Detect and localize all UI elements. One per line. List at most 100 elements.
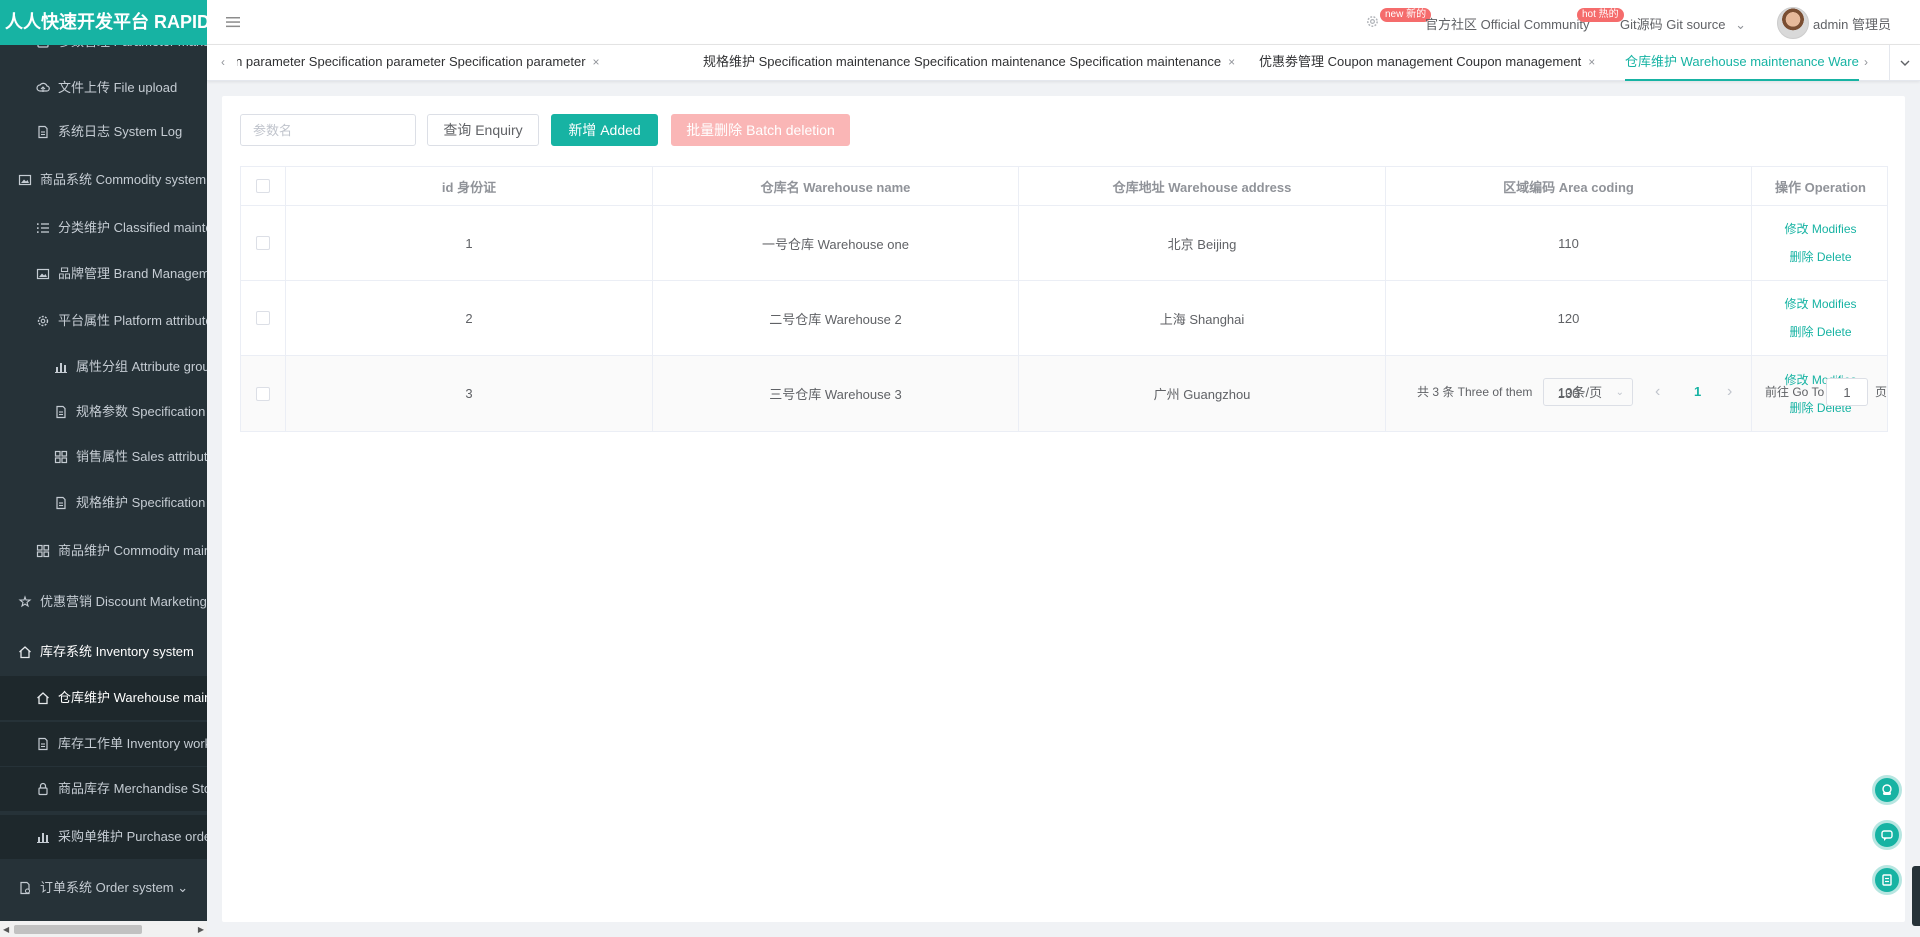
cell-area-coding: 120	[1386, 281, 1752, 355]
pagination-total: 共 3 条 Three of them	[1417, 385, 1533, 399]
document-button[interactable]	[1872, 865, 1902, 895]
enquiry-button[interactable]: 查询 Enquiry	[427, 114, 539, 146]
sidebar-item-merchandise-stock[interactable]: 商品库存 Merchandise Stock	[0, 767, 207, 811]
cell-warehouse-address: 北京 Beijing	[1019, 206, 1386, 280]
gear-icon[interactable]	[1365, 14, 1380, 29]
sidebar-item-discount-marketing[interactable]: 优惠营销 Discount Marketing	[0, 580, 207, 624]
row-checkbox[interactable]	[256, 311, 270, 325]
sidebar-item-inventory-system[interactable]: 库存系统 Inventory system	[0, 630, 207, 674]
sidebar-item-commodity-maintenance[interactable]: 商品维护 Commodity maintenance	[0, 529, 207, 573]
cell-operation: 修改 Modifies 删除 Delete	[1752, 206, 1889, 280]
sidebar-item-inventory-work-order[interactable]: 库存工作单 Inventory work order	[0, 722, 207, 766]
new-badge: new 新的	[1380, 8, 1432, 22]
sidebar: 参数管理 Parameter management文件上传 File uploa…	[0, 0, 207, 937]
select-all-checkbox[interactable]	[256, 179, 270, 193]
goto-label: 前往 Go To	[1765, 385, 1825, 399]
close-icon[interactable]: ×	[1588, 55, 1595, 69]
hamburger-menu-icon[interactable]	[225, 14, 241, 30]
select-all-cell	[241, 167, 286, 205]
list-icon	[36, 221, 50, 235]
sidebar-item-platform-attribute[interactable]: 平台属性 Platform attribute	[0, 299, 207, 343]
goto-page-input[interactable]	[1826, 378, 1868, 406]
sidebar-item-specification-parameter[interactable]: 规格参数 Specification parameter	[0, 390, 207, 434]
tab-coupon-management[interactable]: 优惠劵管理 Coupon management Coupon managemen…	[1259, 45, 1595, 81]
next-page-icon[interactable]: ›	[1727, 378, 1732, 406]
tabs-dropdown-icon[interactable]	[1889, 45, 1920, 81]
delete-link[interactable]: 删除 Delete	[1789, 318, 1851, 346]
side-drawer-handle[interactable]	[1912, 866, 1920, 926]
cell-warehouse-address: 上海 Shanghai	[1019, 281, 1386, 355]
picture-icon	[18, 173, 32, 187]
table-row: 2 二号仓库 Warehouse 2 上海 Shanghai 120 修改 Mo…	[241, 281, 1887, 356]
home-icon	[36, 691, 50, 705]
sidebar-item-commodity-system[interactable]: 商品系统 Commodity system	[0, 158, 207, 202]
scroll-right-arrow-icon[interactable]: ▶	[198, 925, 204, 934]
row-select-cell	[241, 281, 286, 355]
column-header-warehouse-name[interactable]: 仓库名 Warehouse name	[653, 167, 1019, 205]
batch-delete-button[interactable]: 批量删除 Batch deletion	[671, 114, 850, 146]
table-row: 1 一号仓库 Warehouse one 北京 Beijing 110 修改 M…	[241, 206, 1887, 281]
sidebar-item-attribute-group[interactable]: 属性分组 Attribute group	[0, 345, 207, 389]
avatar[interactable]	[1777, 7, 1809, 39]
sidebar-item-purchase-order-maintenance[interactable]: 采购单维护 Purchase order maintenance	[0, 815, 207, 859]
scroll-left-arrow-icon[interactable]: ◀	[3, 925, 9, 934]
sidebar-item-specification-maintenance[interactable]: 规格维护 Specification maintenance	[0, 481, 207, 525]
git-source-link[interactable]: Git源码 Git source ⌄	[1620, 14, 1746, 33]
sidebar-item-label: 分类维护 Classified maintenance	[58, 220, 207, 235]
scrollbar-thumb[interactable]	[14, 925, 142, 934]
tab-warehouse-maintenance[interactable]: 仓库维护 Warehouse maintenance Warehouse mai…	[1625, 45, 1859, 81]
pagination: 共 3 条 Three of them 10条/页 ⌄ ‹ 1 › 前往 Go …	[222, 378, 1905, 408]
sidebar-item-brand-management[interactable]: 品牌管理 Brand Management	[0, 252, 207, 296]
page-size-value: 10条/页	[1558, 385, 1603, 400]
tab-specification-parameter[interactable]: 规格参数 Specification parameter Specificati…	[237, 45, 600, 81]
cell-operation: 修改 Modifies 删除 Delete	[1752, 281, 1889, 355]
tabs-prev-icon[interactable]: ‹	[221, 55, 225, 69]
cell-warehouse-name: 二号仓库 Warehouse 2	[653, 281, 1019, 355]
page-size-select[interactable]: 10条/页 ⌄	[1543, 378, 1633, 406]
sidebar-item-label: 优惠营销 Discount Marketing	[40, 594, 207, 609]
chat-button[interactable]	[1872, 820, 1902, 850]
sidebar-item-label: 平台属性 Platform attribute	[58, 313, 207, 328]
delete-link[interactable]: 删除 Delete	[1789, 243, 1851, 271]
page-number-current[interactable]: 1	[1694, 378, 1701, 406]
sidebar-item-file-upload[interactable]: 文件上传 File upload	[0, 66, 207, 110]
customer-service-button[interactable]	[1872, 775, 1902, 805]
lock-icon	[36, 782, 50, 796]
column-header-operation: 操作 Operation	[1774, 179, 1866, 195]
user-name[interactable]: admin 管理员	[1813, 14, 1891, 33]
git-source-label: Git源码 Git source	[1620, 17, 1726, 32]
close-icon[interactable]: ×	[593, 55, 600, 69]
bar-chart-icon	[54, 360, 68, 374]
coupon-icon	[18, 595, 32, 609]
param-name-search-input[interactable]	[240, 114, 416, 146]
tab-specification-maintenance[interactable]: 规格维护 Specification maintenance Specifica…	[703, 45, 1235, 81]
document-icon	[36, 125, 50, 139]
modify-link[interactable]: 修改 Modifies	[1784, 215, 1856, 243]
column-header-warehouse-address[interactable]: 仓库地址 Warehouse address	[1019, 167, 1386, 205]
sidebar-item-label: 属性分组 Attribute group	[76, 359, 207, 374]
tab-label: 规格维护 Specification maintenance Specifica…	[703, 54, 1222, 69]
official-community-link[interactable]: 官方社区 Official Community	[1425, 14, 1589, 33]
prev-page-icon[interactable]: ‹	[1655, 378, 1660, 406]
sidebar-item-label: 商品维护 Commodity maintenance	[58, 543, 207, 558]
add-button[interactable]: 新增 Added	[551, 114, 658, 146]
brand-logo[interactable]: 人人快速开发平台 RAPID	[0, 0, 207, 45]
cell-warehouse-name: 一号仓库 Warehouse one	[653, 206, 1019, 280]
modify-link[interactable]: 修改 Modifies	[1784, 290, 1856, 318]
tabs-next-icon[interactable]: ›	[1864, 55, 1868, 69]
sidebar-item-warehouse-maintenance[interactable]: 仓库维护 Warehouse maintenance	[0, 676, 207, 720]
column-header-id[interactable]: id 身份证	[286, 167, 653, 205]
sidebar-item-label: 库存系统 Inventory system	[40, 644, 194, 659]
sidebar-item-label: 系统日志 System Log	[58, 124, 183, 139]
row-checkbox[interactable]	[256, 236, 270, 250]
table-header-row: id 身份证 仓库名 Warehouse name 仓库地址 Warehouse…	[241, 167, 1887, 206]
sidebar-item-order-system[interactable]: 订单系统 Order system ⌄	[0, 866, 207, 910]
close-icon[interactable]: ×	[1228, 55, 1235, 69]
sidebar-item-label: 商品库存 Merchandise Stock	[58, 781, 207, 796]
cloud-upload-icon	[36, 81, 50, 95]
sidebar-item-classified-maintenance[interactable]: 分类维护 Classified maintenance	[0, 206, 207, 250]
column-header-area-coding[interactable]: 区域编码 Area coding	[1386, 167, 1752, 205]
sidebar-item-sales-attribute[interactable]: 销售属性 Sales attribute	[0, 435, 207, 479]
sidebar-item-system-log[interactable]: 系统日志 System Log	[0, 110, 207, 154]
sidebar-scrollbar[interactable]: ◀ ▶	[0, 921, 207, 937]
